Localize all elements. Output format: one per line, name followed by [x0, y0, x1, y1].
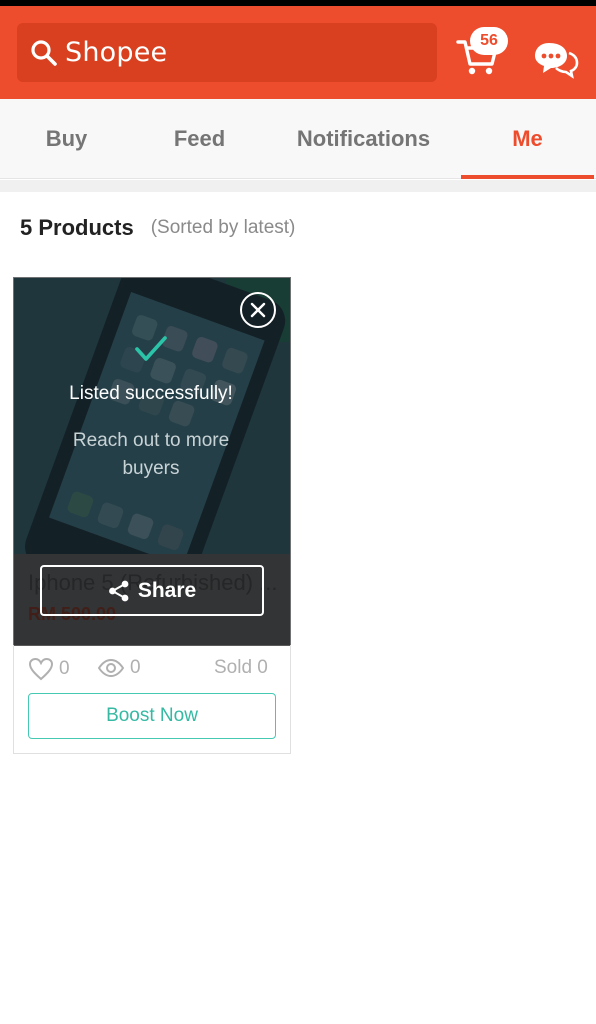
share-button-label: Share	[137, 578, 197, 602]
app-header: Shopee 56	[0, 6, 596, 99]
likes-stat[interactable]: 0	[28, 657, 70, 681]
tab-notifications[interactable]: Notifications	[266, 99, 461, 179]
overlay-close-button[interactable]	[240, 292, 276, 328]
views-stat: 0	[98, 657, 141, 679]
products-count-title: 5 Products	[20, 215, 134, 240]
cart-badge: 56	[470, 27, 508, 55]
tab-buy[interactable]: Buy	[0, 99, 133, 179]
overlay-foreground: Listed successfully! Reach out to more b…	[13, 277, 291, 645]
tab-me[interactable]: Me	[461, 99, 594, 179]
boost-now-button[interactable]: Boost Now	[28, 693, 276, 739]
sold-stat: Sold 0	[214, 657, 268, 678]
product-stats: 0 0 Sold 0	[14, 647, 290, 691]
search-icon	[31, 39, 57, 66]
chat-icon[interactable]	[533, 39, 579, 79]
share-overlay-button[interactable]: Share	[40, 565, 264, 616]
search-placeholder: Shopee	[65, 37, 168, 68]
reach-buyers-text: Reach out to more buyers	[72, 430, 230, 479]
success-check-icon	[135, 336, 167, 361]
active-tab-indicator	[461, 175, 594, 179]
listed-success-text: Listed successfully!	[69, 383, 233, 404]
sort-label: (Sorted by latest)	[150, 217, 296, 238]
views-count: 0	[130, 657, 141, 678]
close-icon	[250, 302, 266, 318]
likes-count: 0	[59, 658, 70, 679]
eye-icon	[98, 659, 124, 677]
section-divider	[0, 180, 596, 192]
search-input[interactable]: Shopee	[17, 23, 437, 82]
tab-feed[interactable]: Feed	[133, 99, 266, 179]
heart-icon	[28, 657, 54, 681]
products-header: 5 Products (Sorted by latest)	[0, 192, 596, 264]
share-icon	[108, 580, 129, 601]
tab-bar: Buy Feed Notifications Me	[0, 99, 596, 179]
